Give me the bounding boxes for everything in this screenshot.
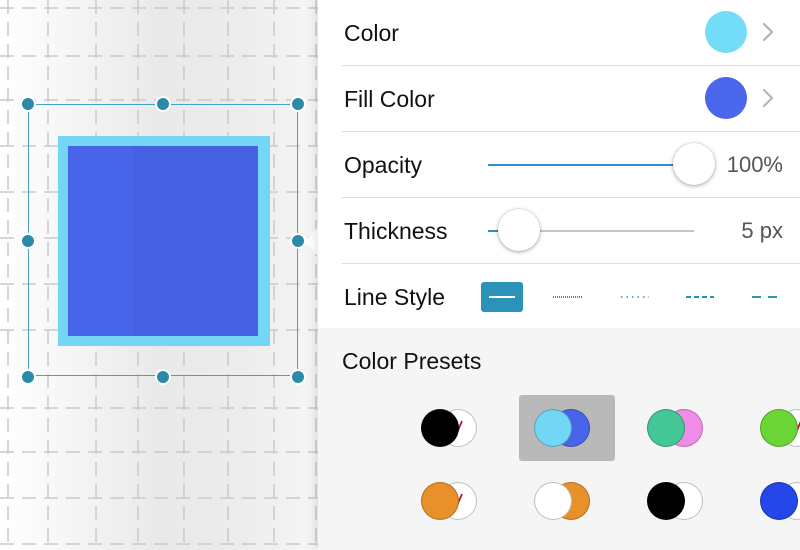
chevron-right-icon <box>762 22 774 42</box>
preset-stroke-circle <box>421 482 459 520</box>
preset-stroke-circle <box>534 482 572 520</box>
popover-arrow <box>305 226 319 258</box>
preset-stroke-circle <box>421 409 459 447</box>
line-style-solid-option[interactable] <box>481 282 523 312</box>
color-preset-6[interactable] <box>519 468 615 534</box>
preset-stroke-circle <box>647 409 685 447</box>
resize-handle-middle-right[interactable] <box>290 233 306 249</box>
thickness-row: Thickness 5 px <box>342 198 800 264</box>
opacity-slider[interactable] <box>488 143 715 185</box>
opacity-slider-fill <box>488 164 694 166</box>
preset-stroke-circle <box>647 482 685 520</box>
resize-handle-middle-left[interactable] <box>20 233 36 249</box>
opacity-label: Opacity <box>344 152 422 178</box>
line-style-dashed-option[interactable] <box>678 282 720 312</box>
color-preset-2[interactable] <box>519 395 615 461</box>
preset-stroke-circle <box>760 409 798 447</box>
shape-style-popover: Color Fill Color Opacity 100% Thickness … <box>318 0 800 550</box>
opacity-slider-thumb[interactable] <box>673 143 715 185</box>
resize-handle-top-left[interactable] <box>20 96 36 112</box>
fill-color-row[interactable]: Fill Color <box>342 66 800 132</box>
color-presets-section: Color Presets <box>318 328 800 550</box>
color-preset-1[interactable] <box>406 395 502 461</box>
color-row[interactable]: Color <box>342 0 800 66</box>
preset-stroke-circle <box>534 409 572 447</box>
color-preset-4[interactable] <box>745 395 800 461</box>
line-style-dotted-option[interactable] <box>613 282 655 312</box>
resize-handle-bottom-center[interactable] <box>155 369 171 385</box>
resize-handle-top-center[interactable] <box>155 96 171 112</box>
line-style-long-dashed-option[interactable] <box>744 282 786 312</box>
color-preset-3[interactable] <box>632 395 728 461</box>
color-preset-7[interactable] <box>632 468 728 534</box>
line-style-row: Line Style <box>342 264 800 330</box>
thickness-value: 5 px <box>741 218 783 243</box>
color-preset-8[interactable] <box>745 468 800 534</box>
line-style-fine-dotted-option[interactable] <box>545 282 587 312</box>
resize-handle-bottom-left[interactable] <box>20 369 36 385</box>
chevron-right-icon <box>762 88 774 108</box>
color-presets-title: Color Presets <box>342 348 482 374</box>
color-swatch[interactable] <box>705 11 747 53</box>
opacity-row: Opacity 100% <box>342 132 800 198</box>
resize-handle-bottom-right[interactable] <box>290 369 306 385</box>
preset-stroke-circle <box>760 482 798 520</box>
selection-frame <box>28 104 298 376</box>
color-label: Color <box>344 20 399 46</box>
resize-handle-top-right[interactable] <box>290 96 306 112</box>
line-style-label: Line Style <box>344 284 446 310</box>
fill-color-swatch[interactable] <box>705 77 747 119</box>
fill-color-label: Fill Color <box>344 86 435 112</box>
thickness-label: Thickness <box>344 218 448 244</box>
thickness-slider[interactable] <box>488 209 694 251</box>
opacity-value: 100% <box>726 152 783 177</box>
thickness-slider-thumb[interactable] <box>498 209 540 251</box>
color-preset-5[interactable] <box>406 468 502 534</box>
